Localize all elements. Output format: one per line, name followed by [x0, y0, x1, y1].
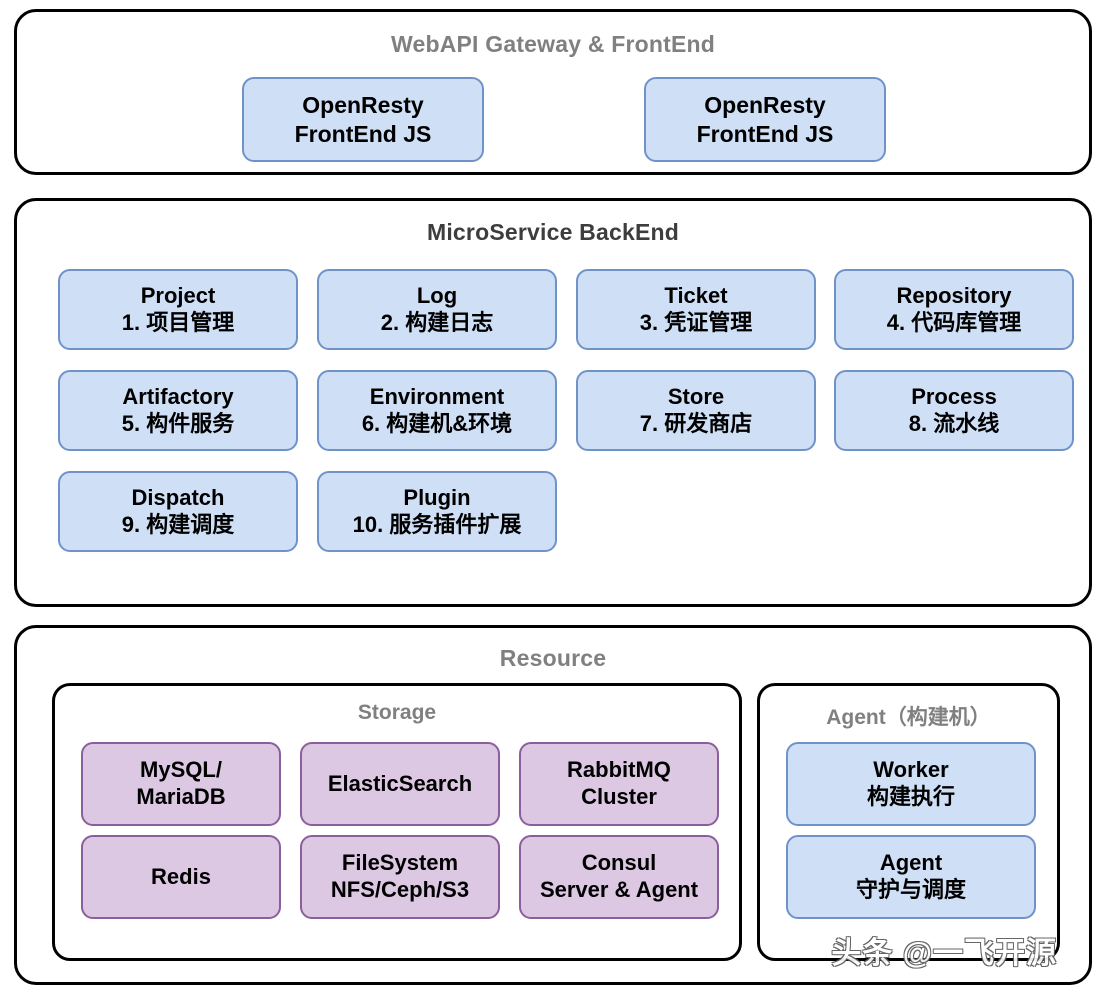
node-process[interactable]: Process 8. 流水线 [834, 370, 1074, 451]
node-label-secondary: FrontEnd JS [294, 120, 432, 147]
node-label-primary: Log [416, 282, 458, 308]
node-label-secondary: 守护与调度 [855, 877, 966, 902]
node-label-secondary: 9. 构建调度 [121, 511, 235, 537]
node-filesystem[interactable]: FileSystem NFS/Ceph/S3 [300, 835, 500, 919]
node-label-secondary: 10. 服务插件扩展 [352, 511, 522, 537]
node-label-primary: OpenResty [704, 92, 826, 119]
section-resource: Resource Storage MySQL/ MariaDB ElasticS… [14, 625, 1092, 985]
node-label-secondary: FrontEnd JS [696, 120, 834, 147]
node-label-primary: Store [667, 383, 725, 409]
node-label-primary: RabbitMQ [567, 757, 671, 783]
node-label-primary: Project [140, 282, 216, 308]
node-openresty-frontend-js-1[interactable]: OpenResty FrontEnd JS [242, 77, 484, 162]
node-label-primary: Agent [879, 850, 943, 876]
node-label-secondary: 构建执行 [866, 784, 955, 809]
node-label-primary: FileSystem [341, 850, 459, 876]
subsection-storage: Storage MySQL/ MariaDB ElasticSearch Rab… [52, 683, 742, 961]
node-store[interactable]: Store 7. 研发商店 [576, 370, 816, 451]
node-label-secondary: Cluster [581, 784, 657, 809]
node-label-secondary: 7. 研发商店 [639, 410, 753, 436]
node-label-primary: Artifactory [122, 383, 234, 409]
node-consul[interactable]: Consul Server & Agent [519, 835, 719, 919]
section-title-gateway: WebAPI Gateway & FrontEnd [390, 31, 716, 57]
node-label-secondary: NFS/Ceph/S3 [330, 877, 470, 902]
node-label-primary: Plugin [403, 484, 471, 510]
node-label-primary: Worker [873, 757, 949, 783]
node-artifactory[interactable]: Artifactory 5. 构件服务 [58, 370, 298, 451]
section-title-resource: Resource [499, 645, 607, 671]
node-label-primary: Consul [581, 850, 657, 876]
architecture-diagram: WebAPI Gateway & FrontEnd OpenResty Fron… [0, 0, 1106, 994]
node-label-secondary: 4. 代码库管理 [886, 309, 1022, 335]
node-environment[interactable]: Environment 6. 构建机&环境 [317, 370, 557, 451]
subsection-title-storage: Storage [357, 701, 437, 724]
node-project[interactable]: Project 1. 项目管理 [58, 269, 298, 350]
node-label-primary: Repository [896, 282, 1012, 308]
node-label-secondary: 3. 凭证管理 [639, 309, 753, 335]
section-microservice-backend: MicroService BackEnd Project 1. 项目管理 Log… [14, 198, 1092, 607]
node-mysql-mariadb[interactable]: MySQL/ MariaDB [81, 742, 281, 826]
node-label-primary: Environment [369, 383, 505, 409]
node-repository[interactable]: Repository 4. 代码库管理 [834, 269, 1074, 350]
node-plugin[interactable]: Plugin 10. 服务插件扩展 [317, 471, 557, 552]
node-label-primary: MySQL/ [140, 757, 222, 783]
node-label-primary: ElasticSearch [327, 770, 473, 796]
node-label-secondary: 2. 构建日志 [380, 309, 494, 335]
node-label-secondary: MariaDB [136, 784, 226, 809]
node-label-primary: Ticket [664, 282, 728, 308]
section-title-backend: MicroService BackEnd [426, 219, 679, 245]
section-webapi-gateway-frontend: WebAPI Gateway & FrontEnd OpenResty Fron… [14, 9, 1092, 175]
node-agent[interactable]: Agent 守护与调度 [786, 835, 1036, 919]
node-redis[interactable]: Redis [81, 835, 281, 919]
node-label-secondary: 5. 构件服务 [121, 410, 235, 436]
node-dispatch[interactable]: Dispatch 9. 构建调度 [58, 471, 298, 552]
node-worker[interactable]: Worker 构建执行 [786, 742, 1036, 826]
node-label-secondary: 6. 构建机&环境 [361, 410, 513, 436]
node-label-secondary: 8. 流水线 [908, 410, 1000, 436]
watermark: 头条 @一飞开源 [831, 937, 1057, 970]
node-rabbitmq-cluster[interactable]: RabbitMQ Cluster [519, 742, 719, 826]
node-label-primary: OpenResty [302, 92, 424, 119]
node-label-secondary: 1. 项目管理 [121, 309, 235, 335]
node-log[interactable]: Log 2. 构建日志 [317, 269, 557, 350]
node-label-primary: Dispatch [131, 484, 225, 510]
node-label-secondary: Server & Agent [539, 877, 699, 902]
node-ticket[interactable]: Ticket 3. 凭证管理 [576, 269, 816, 350]
subsection-agent: Agent（构建机） Worker 构建执行 Agent 守护与调度 [757, 683, 1060, 961]
node-label-primary: Redis [151, 863, 211, 889]
node-openresty-frontend-js-2[interactable]: OpenResty FrontEnd JS [644, 77, 886, 162]
node-label-primary: Process [911, 383, 997, 409]
node-elasticsearch[interactable]: ElasticSearch [300, 742, 500, 826]
subsection-title-agent: Agent（构建机） [826, 706, 991, 729]
